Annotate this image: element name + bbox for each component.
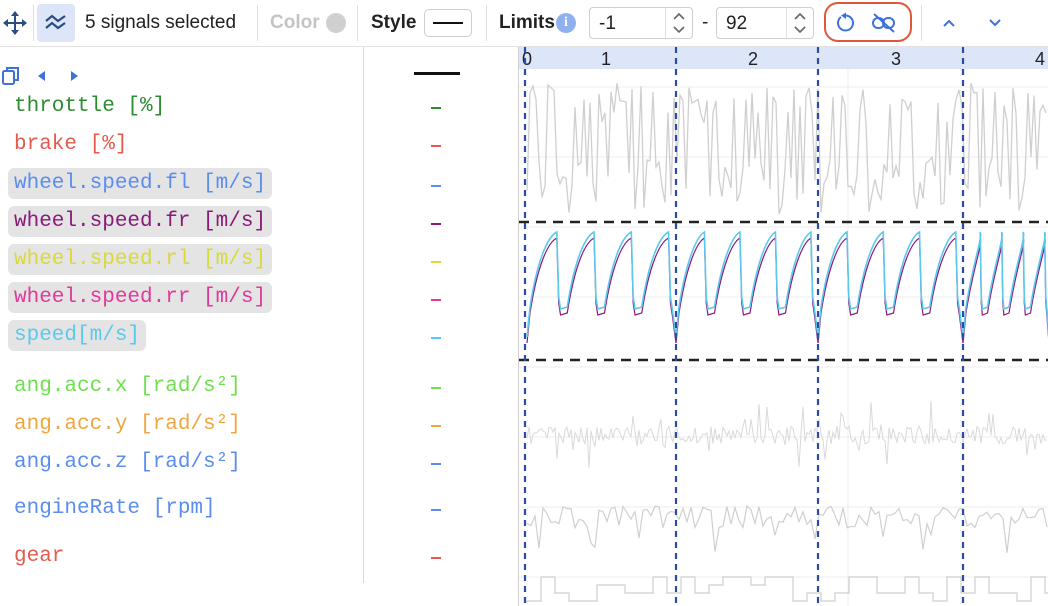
- throttle-trace: [526, 82, 1047, 215]
- timeline-ruler: [519, 47, 1048, 69]
- limit-min-input[interactable]: -1: [589, 7, 693, 39]
- style-label: Style: [371, 12, 417, 33]
- wheel-speed-fr-trace: [675, 236, 819, 344]
- limit-max-input[interactable]: 92: [716, 7, 814, 39]
- wheel-speed-fr-trace: [817, 236, 964, 344]
- signal-label[interactable]: wheel.speed.rr [m/s]: [8, 282, 273, 313]
- legend-divider: [363, 47, 364, 583]
- reset-icon[interactable]: [834, 11, 858, 35]
- signal-style-dash[interactable]: [431, 509, 441, 511]
- signal-style-dash[interactable]: [431, 425, 441, 427]
- plot-area[interactable]: 0 1 2 3 4: [518, 47, 1048, 606]
- signal-style-dash[interactable]: [431, 185, 441, 187]
- signal-label[interactable]: throttle [%]: [14, 95, 165, 118]
- signal-style-dash[interactable]: [431, 387, 441, 389]
- signal-legend: throttle [%] brake [%] wheel.speed.fl [m/s…: [0, 47, 518, 606]
- ang-acc-trace: [526, 401, 1048, 469]
- limit-separator: -: [702, 12, 709, 33]
- toolbar: 5 signals selected Color Style Limits i …: [0, 0, 1048, 47]
- limits-label: Limits: [499, 12, 555, 33]
- copy-icon[interactable]: [0, 65, 22, 87]
- signal-label[interactable]: speed[m/s]: [8, 320, 147, 351]
- speed-trace: [817, 230, 964, 338]
- signal-label[interactable]: brake [%]: [14, 133, 127, 156]
- signal-style-dash[interactable]: [431, 223, 441, 225]
- speed-trace: [675, 230, 819, 338]
- timeline-label: 2: [748, 49, 758, 69]
- selection-count: 5 signals selected: [85, 12, 237, 33]
- gear-trace: [526, 576, 1048, 602]
- unlink-icon[interactable]: [871, 11, 897, 35]
- color-label: Color: [270, 12, 320, 33]
- signal-label[interactable]: engineRate [rpm]: [14, 497, 216, 520]
- limit-max-spinner[interactable]: [786, 8, 813, 38]
- info-icon[interactable]: i: [556, 13, 576, 33]
- timeline-label: 0: [522, 49, 532, 69]
- arrow-up-icon[interactable]: [938, 12, 960, 34]
- signal-label[interactable]: gear: [14, 545, 64, 568]
- signal-style-dash[interactable]: [431, 463, 441, 465]
- next-icon[interactable]: [66, 67, 82, 85]
- arrow-down-icon[interactable]: [984, 12, 1006, 34]
- color-swatch[interactable]: [326, 13, 346, 33]
- signal-style-dash[interactable]: [431, 299, 441, 301]
- timeline-label: 1: [601, 49, 611, 69]
- signal-label[interactable]: wheel.speed.fl [m/s]: [8, 168, 273, 199]
- signal-label[interactable]: wheel.speed.rl [m/s]: [8, 244, 273, 275]
- signal-label[interactable]: ang.acc.z [rad/s²]: [14, 451, 241, 474]
- signal-style-dash[interactable]: [431, 337, 441, 339]
- speed-trace: [526, 230, 677, 338]
- style-picker[interactable]: [424, 9, 472, 37]
- style-header-line: [414, 72, 460, 75]
- plot-canvas[interactable]: 0 1 2 3 4: [519, 47, 1048, 606]
- signal-label[interactable]: wheel.speed.fr [m/s]: [8, 206, 273, 237]
- timeline-label: 4: [1035, 49, 1045, 69]
- timeline-label: 3: [891, 49, 901, 69]
- prev-icon[interactable]: [34, 67, 50, 85]
- signal-label[interactable]: ang.acc.x [rad/s²]: [14, 375, 241, 398]
- move-arrows-icon[interactable]: [0, 8, 30, 38]
- signal-style-dash[interactable]: [431, 145, 441, 147]
- multi-signal-icon[interactable]: [37, 4, 75, 42]
- engine-rate-trace: [526, 504, 1048, 553]
- speed-trace: [962, 231, 1048, 338]
- signal-style-dash[interactable]: [431, 107, 441, 109]
- limit-min-spinner[interactable]: [665, 8, 692, 38]
- signal-label[interactable]: ang.acc.y [rad/s²]: [14, 413, 241, 436]
- signal-style-dash[interactable]: [431, 261, 441, 263]
- signal-style-dash[interactable]: [431, 557, 441, 559]
- wheel-speed-fr-trace: [962, 237, 1048, 344]
